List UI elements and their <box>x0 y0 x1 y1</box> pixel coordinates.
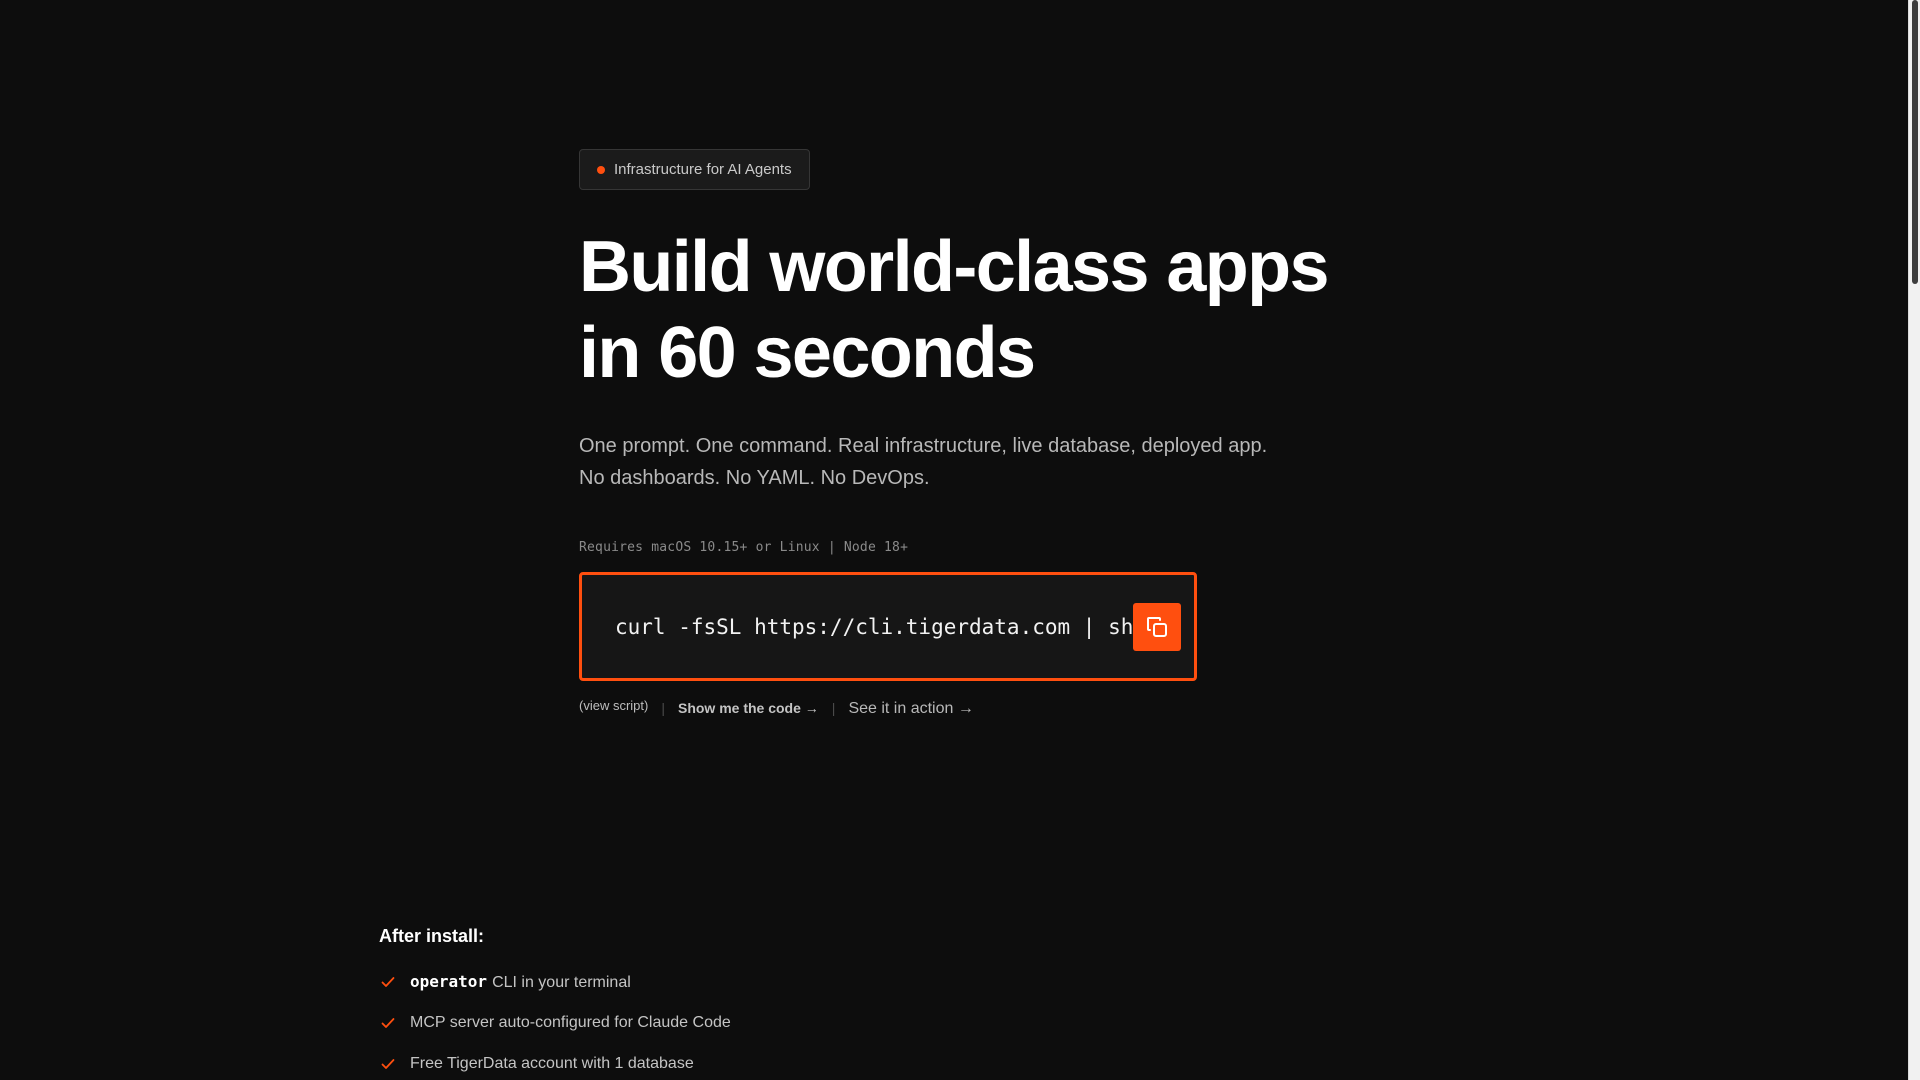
list-item-text: CLI in your terminal <box>492 974 631 991</box>
status-dot-icon <box>597 165 605 174</box>
subtitle-line-2: No dashboards. No YAML. No DevOps. <box>579 467 930 489</box>
after-install-title: After install: <box>379 926 485 946</box>
hero-section: Infrastructure for AI Agents Build world… <box>579 149 1379 717</box>
list-item: operator CLI in your terminal <box>379 971 1179 993</box>
cli-name: operator <box>410 972 488 991</box>
system-requirements: Requires macOS 10.15+ or Linux | Node 18… <box>579 540 909 555</box>
after-install-section: After install: operator CLI in your termi… <box>379 926 1179 1080</box>
check-icon <box>379 973 397 991</box>
view-script-link[interactable]: (view script) <box>579 698 648 713</box>
hero-subtitle: One prompt. One command. Real infrastruc… <box>579 430 1379 494</box>
list-item-text: Free TigerData account with 1 database <box>410 1055 694 1072</box>
link-separator: | <box>661 700 665 716</box>
after-install-list: operator CLI in your terminal MCP server … <box>379 971 1179 1075</box>
see-in-action-link[interactable]: See it in action → <box>848 700 973 718</box>
show-code-link[interactable]: Show me the code → <box>678 700 819 716</box>
install-command[interactable]: curl -fsSL https://cli.tigerdata.com | s… <box>615 615 1133 639</box>
install-links: (view script) | Show me the code → | See… <box>579 698 1379 718</box>
list-item-text: MCP server auto-configured for Claude Co… <box>410 1014 731 1031</box>
list-item: Free TigerData account with 1 database <box>379 1053 1179 1075</box>
category-badge: Infrastructure for AI Agents <box>579 149 810 190</box>
copy-icon <box>1147 616 1168 637</box>
badge-label: Infrastructure for AI Agents <box>614 161 792 178</box>
copy-command-button[interactable] <box>1133 602 1182 651</box>
install-command-box: curl -fsSL https://cli.tigerdata.com | s… <box>579 572 1197 681</box>
headline-line-2: in 60 seconds <box>579 313 1036 393</box>
scrollbar-thumb[interactable] <box>1912 0 1918 284</box>
page-scrollbar[interactable] <box>1908 0 1920 1080</box>
page-title: Build world-class apps in 60 seconds <box>579 224 1379 396</box>
check-icon <box>379 1055 397 1073</box>
check-icon <box>379 1014 397 1032</box>
subtitle-line-1: One prompt. One command. Real infrastruc… <box>579 435 1268 457</box>
headline-line-1: Build world-class apps <box>579 227 1330 307</box>
link-separator: | <box>831 700 836 716</box>
list-item: MCP server auto-configured for Claude Co… <box>379 1012 1179 1034</box>
